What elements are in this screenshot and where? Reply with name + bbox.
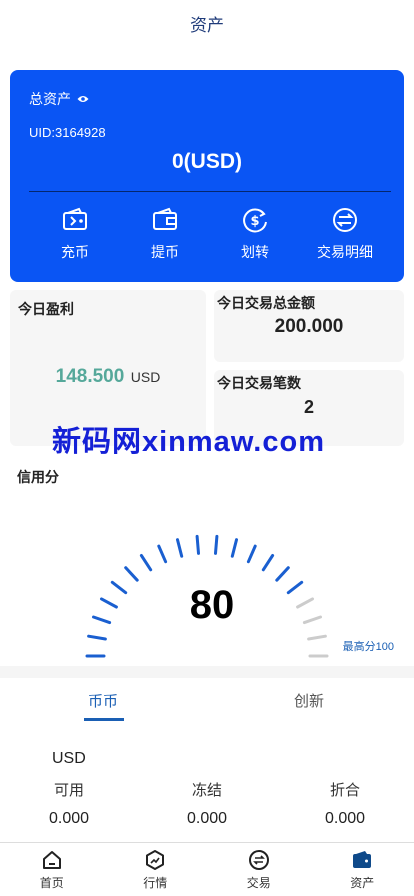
today-count-label: 今日交易笔数	[217, 375, 301, 391]
total-assets-text: 总资产	[29, 91, 71, 107]
app-header: 资产	[0, 0, 414, 46]
total-assets-value: 0(USD)	[171, 150, 242, 173]
uid-text: UID:3164928	[29, 125, 106, 140]
gauge-tick	[261, 554, 275, 572]
wallet-withdraw-icon	[153, 207, 177, 230]
section-separator	[0, 666, 414, 678]
today-profit-value: 148.500 USD	[10, 366, 206, 388]
transfer-button[interactable]: $ 划转	[210, 206, 300, 266]
withdraw-button[interactable]: 提币	[120, 206, 210, 266]
withdraw-label: 提币	[151, 244, 179, 260]
wallet-icon	[353, 850, 372, 868]
gauge-tick	[275, 566, 290, 582]
tab-spot[interactable]: 币币	[88, 690, 118, 711]
today-volume-value: 200.000	[274, 316, 344, 337]
nav-trade[interactable]: 交易	[207, 843, 311, 896]
today-volume-label: 今日交易总金额	[217, 295, 315, 311]
gauge-tick	[139, 554, 153, 572]
nav-market[interactable]: 行情	[104, 843, 208, 896]
gauge-tick	[214, 534, 219, 555]
transaction-details-label: 交易明细	[317, 244, 373, 260]
nav-assets-label: 资产	[350, 875, 375, 890]
svg-text:$: $	[250, 214, 259, 229]
gauge-tick	[87, 634, 107, 641]
gauge-tick	[157, 544, 168, 564]
home-icon	[42, 850, 61, 869]
max-score-label: 最高分100	[342, 641, 394, 653]
frozen-value: 0.000	[186, 810, 228, 827]
available-label: 可用	[53, 782, 84, 799]
asset-card: 总资产 UID:3164928 0(USD) 充币 提币 $ 划转 交易明细	[10, 70, 404, 282]
tab-active-indicator	[84, 718, 124, 721]
gauge-tick	[176, 538, 184, 558]
credit-score-value: 80	[189, 583, 235, 627]
total-assets-label: 总资产	[29, 89, 89, 109]
available-balance: 可用 0.000	[19, 779, 119, 828]
nav-market-label: 行情	[143, 875, 168, 890]
frozen-label: 冻结	[191, 782, 222, 799]
tab-innovation[interactable]: 创新	[294, 690, 324, 711]
gauge-tick	[230, 538, 238, 558]
frozen-balance: 冻结 0.000	[157, 779, 257, 828]
watermark-text: 新码网xinmaw.com	[52, 426, 325, 458]
today-profit-label: 今日盈利	[18, 301, 74, 317]
main-content: 总资产 UID:3164928 0(USD) 充币 提币 $ 划转 交易明细 今…	[0, 46, 414, 842]
gauge-tick	[124, 566, 139, 582]
equivalent-label: 折合	[329, 782, 360, 799]
transaction-details-button[interactable]: 交易明细	[300, 206, 390, 266]
transfer-label: 划转	[241, 244, 269, 260]
available-value: 0.000	[48, 810, 90, 827]
nav-home[interactable]: 首页	[0, 843, 104, 896]
deposit-button[interactable]: 充币	[30, 206, 120, 266]
market-icon	[146, 849, 165, 870]
deposit-label: 充币	[61, 244, 89, 260]
gauge-tick	[195, 534, 200, 555]
credit-score-gauge	[85, 534, 329, 658]
profit-unit: USD	[130, 369, 161, 385]
balance-tabs: 币币 创新	[0, 678, 414, 722]
equivalent-balance: 折合 0.000	[295, 779, 395, 828]
asset-actions: 充币 提币 $ 划转 交易明细	[30, 206, 390, 266]
nav-assets[interactable]: 资产	[311, 843, 414, 896]
nav-home-label: 首页	[39, 875, 64, 890]
equivalent-value: 0.000	[324, 810, 366, 827]
profit-amount: 148.500	[55, 366, 125, 387]
page-title: 资产	[190, 15, 224, 35]
gauge-tick	[246, 544, 257, 564]
wallet-deposit-icon	[63, 207, 87, 230]
card-divider	[29, 191, 391, 192]
dollar-transfer-icon: $	[243, 208, 267, 233]
balance-currency: USD	[52, 750, 86, 767]
exchange-icon	[333, 208, 357, 232]
bottom-nav: 首页 行情 交易 资产	[0, 842, 414, 896]
trade-icon	[248, 849, 269, 870]
gauge-tick	[307, 634, 327, 641]
eye-icon[interactable]	[77, 95, 89, 103]
nav-trade-label: 交易	[246, 875, 271, 890]
today-count-value: 2	[303, 397, 314, 417]
today-volume-card: 今日交易总金额 200.000	[214, 290, 404, 362]
